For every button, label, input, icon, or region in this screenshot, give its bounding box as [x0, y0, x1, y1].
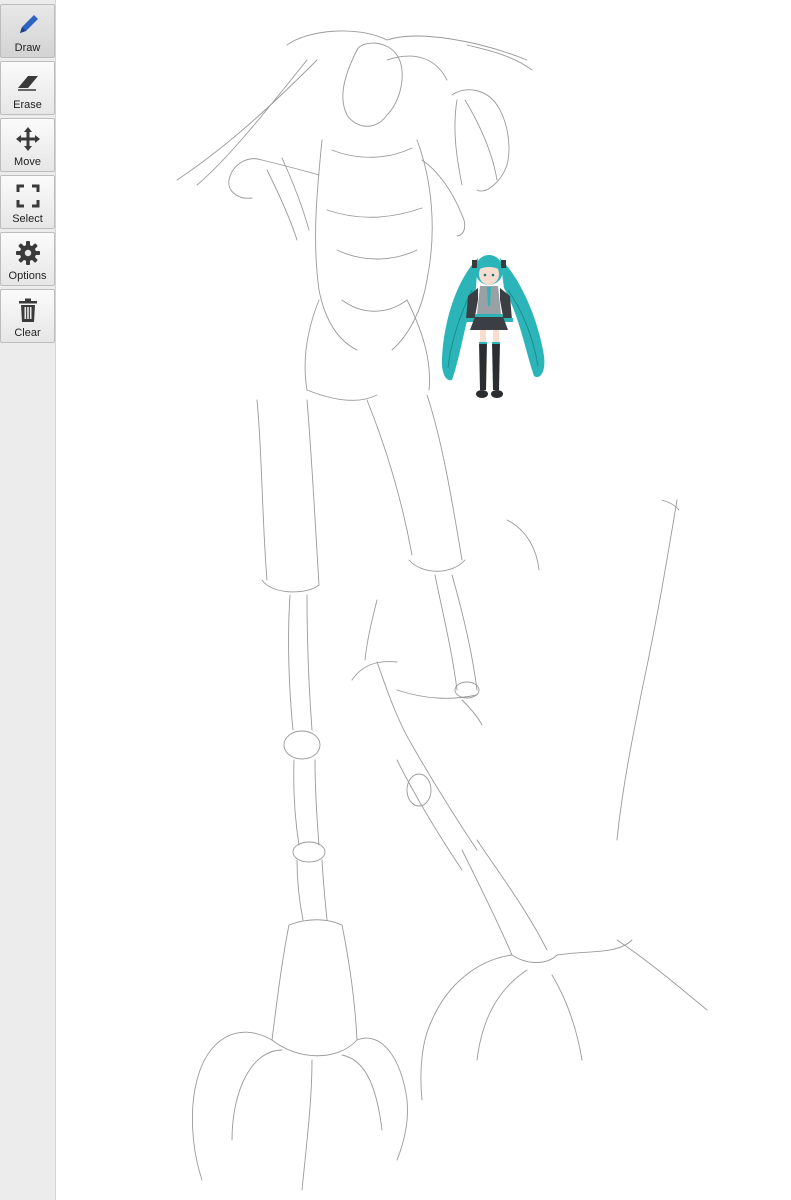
draw-tool-button[interactable]: Draw — [0, 4, 55, 58]
gear-icon — [13, 238, 43, 268]
move-arrows-icon — [13, 124, 43, 154]
character-sticker[interactable] — [438, 248, 548, 404]
tool-sidebar: Draw Erase Move Select Options Clear — [0, 0, 56, 1200]
erase-tool-label: Erase — [13, 99, 42, 111]
clear-button[interactable]: Clear — [0, 289, 55, 343]
erase-tool-button[interactable]: Erase — [0, 61, 55, 115]
eraser-icon — [13, 67, 43, 97]
drawing-canvas[interactable] — [57, 0, 791, 1200]
line-sketch — [176, 30, 708, 1191]
select-tool-button[interactable]: Select — [0, 175, 55, 229]
draw-tool-label: Draw — [14, 42, 41, 54]
trash-icon — [13, 295, 43, 325]
pencil-icon — [13, 10, 43, 40]
clear-label: Clear — [14, 327, 41, 339]
move-tool-button[interactable]: Move — [0, 118, 55, 172]
options-button[interactable]: Options — [0, 232, 55, 286]
select-tool-label: Select — [12, 213, 43, 225]
select-corners-icon — [13, 181, 43, 211]
move-tool-label: Move — [14, 156, 41, 168]
options-label: Options — [8, 270, 47, 282]
character-sticker-art — [441, 255, 545, 398]
drawing-app: Draw Erase Move Select Options Clear — [0, 0, 791, 1200]
